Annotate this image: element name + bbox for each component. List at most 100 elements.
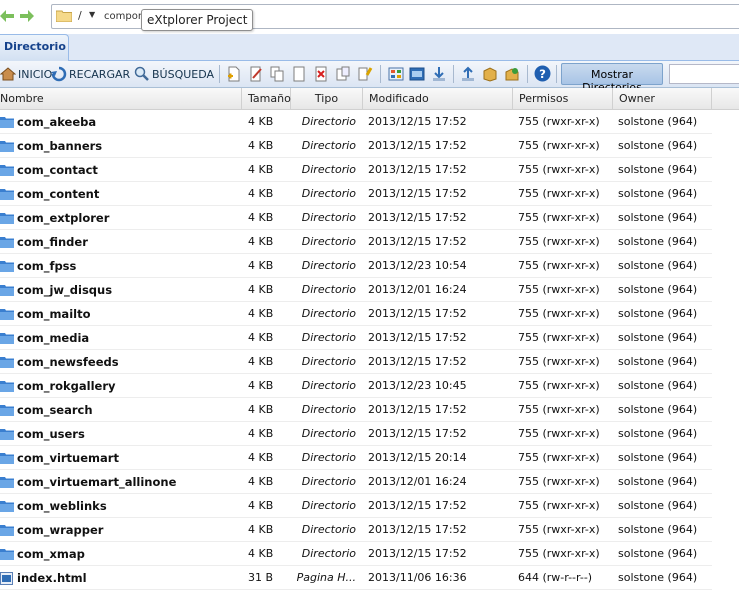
table-row[interactable]: com_content 4 KB Directorio 2013/12/15 17:5… — [0, 182, 712, 206]
table-row[interactable]: com_newsfeeds 4 KB Directorio 2013/12/15 17… — [0, 350, 712, 374]
folder-icon — [0, 189, 14, 200]
file-size: 4 KB — [248, 115, 274, 128]
file-modified: 2013/12/15 17:52 — [368, 499, 467, 512]
search-button[interactable]: BÚSQUEDA — [134, 64, 214, 84]
view-list-icon[interactable] — [388, 66, 404, 82]
home-icon — [0, 67, 16, 81]
column-header-type[interactable]: Tipo — [291, 88, 363, 110]
table-row[interactable]: index.html 31 B Pagina H... 2013/11/06 16:3… — [0, 566, 712, 590]
file-type: Directorio — [301, 427, 356, 440]
file-name[interactable]: com_extplorer — [0, 206, 242, 230]
table-row[interactable]: com_finder 4 KB Directorio 2013/12/15 17:52… — [0, 230, 712, 254]
back-arrow-icon[interactable] — [0, 10, 14, 22]
file-permissions: 755 (rwxr-xr-x) — [518, 475, 600, 488]
file-name-text: com_newsfeeds — [17, 355, 119, 369]
file-modified: 2013/12/01 16:24 — [368, 283, 467, 296]
reload-button[interactable]: RECARGAR — [51, 64, 130, 84]
table-row[interactable]: com_media 4 KB Directorio 2013/12/15 17:52 7… — [0, 326, 712, 350]
file-owner: solstone (964) — [618, 523, 698, 536]
file-type: Directorio — [301, 451, 356, 464]
view-details-icon[interactable] — [409, 66, 425, 82]
file-name[interactable]: com_jw_disqus — [0, 278, 242, 302]
show-directories-toggle[interactable]: Mostrar Directorios — [561, 63, 663, 94]
file-name[interactable]: com_users — [0, 422, 242, 446]
file-name[interactable]: com_contact — [0, 158, 242, 182]
file-name[interactable]: com_finder — [0, 230, 242, 254]
file-size: 4 KB — [248, 211, 274, 224]
file-name[interactable]: com_wrapper — [0, 518, 242, 542]
column-header-owner[interactable]: Owner — [613, 88, 712, 110]
table-row[interactable]: com_mailto 4 KB Directorio 2013/12/15 17:52… — [0, 302, 712, 326]
file-size: 4 KB — [248, 427, 274, 440]
upload-icon[interactable] — [460, 66, 476, 82]
tab-directorio[interactable]: Directorio — [0, 34, 69, 61]
file-name[interactable]: com_rokgallery — [0, 374, 242, 398]
table-row[interactable]: com_rokgallery 4 KB Directorio 2013/12/23 1… — [0, 374, 712, 398]
column-header-permissions[interactable]: Permisos — [513, 88, 613, 110]
table-row[interactable]: com_search 4 KB Directorio 2013/12/15 17:52… — [0, 398, 712, 422]
file-permissions: 755 (rwxr-xr-x) — [518, 427, 600, 440]
chevron-down-icon[interactable]: ▼ — [89, 10, 95, 19]
file-type: Directorio — [301, 331, 356, 344]
archive-icon[interactable] — [482, 66, 498, 82]
column-header-size[interactable]: Tamaño — [242, 88, 291, 110]
file-name[interactable]: com_fpss — [0, 254, 242, 278]
table-row[interactable]: com_virtuemart_allinone 4 KB Directorio 201… — [0, 470, 712, 494]
table-row[interactable]: com_jw_disqus 4 KB Directorio 2013/12/01 16… — [0, 278, 712, 302]
file-name[interactable]: com_banners — [0, 134, 242, 158]
folder-icon — [0, 429, 14, 440]
file-owner: solstone (964) — [618, 547, 698, 560]
table-row[interactable]: com_fpss 4 KB Directorio 2013/12/23 10:54 75… — [0, 254, 712, 278]
copy-icon[interactable] — [269, 66, 285, 82]
filter-input[interactable] — [669, 64, 739, 84]
table-row[interactable]: com_wrapper 4 KB Directorio 2013/12/15 17:5… — [0, 518, 712, 542]
file-name[interactable]: com_virtuemart_allinone — [0, 470, 242, 494]
file-name[interactable]: index.html — [0, 566, 242, 590]
file-type: Directorio — [301, 163, 356, 176]
table-row[interactable]: com_banners 4 KB Directorio 2013/12/15 17:5… — [0, 134, 712, 158]
file-owner: solstone (964) — [618, 115, 698, 128]
toolbar-separator — [556, 65, 557, 83]
file-owner: solstone (964) — [618, 235, 698, 248]
download-icon[interactable] — [431, 66, 447, 82]
breadcrumb-current[interactable]: compon — [104, 11, 144, 22]
table-row[interactable]: com_akeeba 4 KB Directorio 2013/12/15 17:52… — [0, 110, 712, 134]
toolbar-separator — [219, 65, 220, 83]
column-header-modified[interactable]: Modificado — [363, 88, 513, 110]
breadcrumb-root[interactable]: / — [78, 9, 82, 22]
extract-icon[interactable] — [504, 66, 520, 82]
table-row[interactable]: com_xmap 4 KB Directorio 2013/12/15 17:52 75… — [0, 542, 712, 566]
permissions-icon[interactable] — [357, 66, 373, 82]
table-row[interactable]: com_users 4 KB Directorio 2013/12/15 17:52 7… — [0, 422, 712, 446]
file-name[interactable]: com_media — [0, 326, 242, 350]
folder-icon — [0, 261, 14, 272]
home-button[interactable]: INICIO — [0, 64, 52, 84]
move-icon[interactable] — [291, 66, 307, 82]
file-owner: solstone (964) — [618, 259, 698, 272]
file-name[interactable]: com_xmap — [0, 542, 242, 566]
forward-arrow-icon[interactable] — [20, 10, 34, 22]
file-name[interactable]: com_akeeba — [0, 110, 242, 134]
help-icon[interactable]: ? — [534, 65, 551, 82]
edit-icon[interactable] — [248, 66, 264, 82]
new-file-icon[interactable] — [226, 66, 242, 82]
table-row[interactable]: com_contact 4 KB Directorio 2013/12/15 17:5… — [0, 158, 712, 182]
rename-icon[interactable] — [335, 66, 351, 82]
file-type: Directorio — [301, 187, 356, 200]
file-permissions: 755 (rwxr-xr-x) — [518, 331, 600, 344]
file-name[interactable]: com_weblinks — [0, 494, 242, 518]
column-header-name[interactable]: Nombre — [0, 88, 242, 110]
file-name[interactable]: com_mailto — [0, 302, 242, 326]
file-name[interactable]: com_content — [0, 182, 242, 206]
file-name[interactable]: com_search — [0, 398, 242, 422]
table-row[interactable]: com_weblinks 4 KB Directorio 2013/12/15 17:… — [0, 494, 712, 518]
file-type: Directorio — [301, 283, 356, 296]
file-name-text: com_fpss — [17, 259, 77, 273]
table-row[interactable]: com_extplorer 4 KB Directorio 2013/12/15 17… — [0, 206, 712, 230]
delete-icon[interactable] — [313, 66, 329, 82]
table-row[interactable]: com_virtuemart 4 KB Directorio 2013/12/15 2… — [0, 446, 712, 470]
file-name-text: com_mailto — [17, 307, 91, 321]
file-size: 4 KB — [248, 379, 274, 392]
file-name[interactable]: com_virtuemart — [0, 446, 242, 470]
file-name[interactable]: com_newsfeeds — [0, 350, 242, 374]
